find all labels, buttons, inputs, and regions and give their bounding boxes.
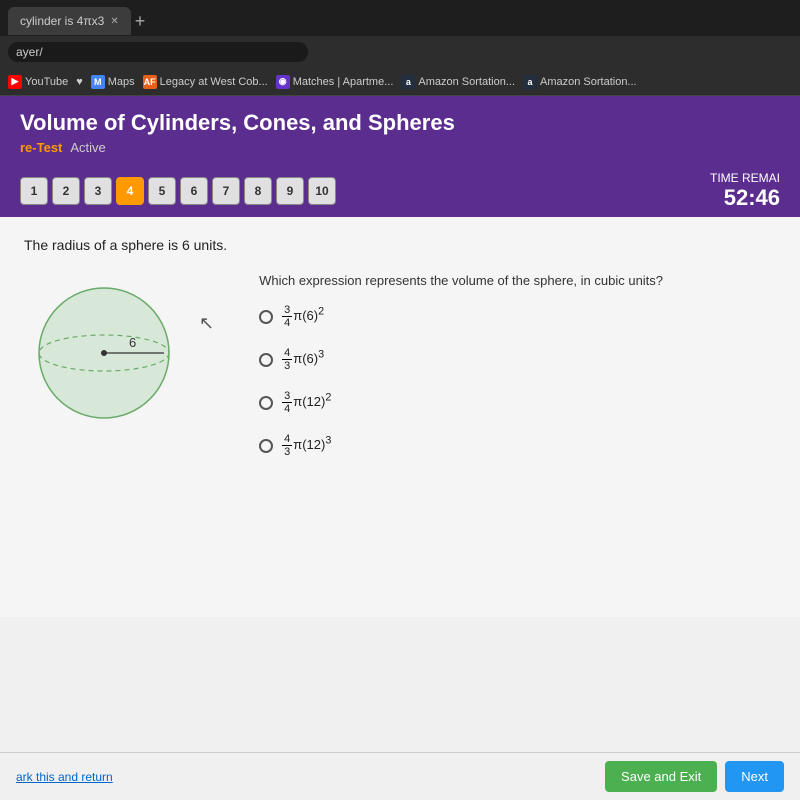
- bookmark-af[interactable]: AF Legacy at West Cob...: [143, 75, 268, 89]
- radio-c[interactable]: [259, 396, 273, 410]
- time-value: 52:46: [710, 185, 780, 211]
- bookmark-youtube[interactable]: ▶ YouTube: [8, 75, 68, 89]
- time-remaining-label: TIME REMAI: [710, 171, 780, 185]
- answer-prompt: Which expression represents the volume o…: [259, 273, 776, 288]
- q-btn-5[interactable]: 5: [148, 177, 176, 205]
- choice-b-text: 43π(6)3: [281, 347, 324, 372]
- bookmark-amazon1-label: Amazon Sortation...: [418, 76, 515, 88]
- q-btn-10[interactable]: 10: [308, 177, 336, 205]
- q-btn-7[interactable]: 7: [212, 177, 240, 205]
- bookmark-matches-label: Matches | Apartme...: [293, 76, 394, 88]
- question-body: 6 ↖ Which expression represents the volu…: [24, 273, 776, 476]
- choice-d-text: 43π(12)3: [281, 433, 331, 458]
- sphere-diagram: 6: [24, 273, 184, 438]
- bookmark-maps-label: Maps: [108, 76, 135, 88]
- choice-c-text: 34π(12)2: [281, 390, 331, 415]
- browser-chrome: cylinder is 4πx3 ✕ + ▶ YouTube ♥ M Maps …: [0, 0, 800, 96]
- af-favicon: AF: [143, 75, 157, 89]
- save-exit-button[interactable]: Save and Exit: [605, 761, 717, 792]
- bottom-bar: ark this and return Save and Exit Next: [0, 752, 800, 800]
- q-btn-3[interactable]: 3: [84, 177, 112, 205]
- q-btn-2[interactable]: 2: [52, 177, 80, 205]
- frac-4-3-b: 43: [282, 347, 292, 372]
- choice-a-text: 34π(6)2: [281, 304, 324, 329]
- mark-return-link[interactable]: ark this and return: [16, 770, 113, 784]
- tab-bar: cylinder is 4πx3 ✕ +: [0, 0, 800, 36]
- radio-d[interactable]: [259, 439, 273, 453]
- maps-favicon: M: [91, 75, 105, 89]
- bookmark-amazon2-label: Amazon Sortation...: [540, 76, 637, 88]
- q-btn-8[interactable]: 8: [244, 177, 272, 205]
- q-btn-4[interactable]: 4: [116, 177, 144, 205]
- q-btn-9[interactable]: 9: [276, 177, 304, 205]
- radio-a[interactable]: [259, 310, 273, 324]
- choice-d[interactable]: 43π(12)3: [259, 433, 776, 458]
- question-nav: 1 2 3 4 5 6 7 8 9 10 TIME REMAI 52:46: [0, 165, 800, 217]
- page-content: Volume of Cylinders, Cones, and Spheres …: [0, 96, 800, 800]
- q-btn-6[interactable]: 6: [180, 177, 208, 205]
- frac-4-3-d: 43: [282, 433, 292, 458]
- active-label: Active: [70, 140, 105, 155]
- bookmark-af-label: Legacy at West Cob...: [160, 76, 268, 88]
- page-header-band: Volume of Cylinders, Cones, and Spheres …: [0, 96, 800, 165]
- page-title: Volume of Cylinders, Cones, and Spheres: [20, 110, 780, 136]
- matches-favicon: ◉: [276, 75, 290, 89]
- new-tab-icon[interactable]: +: [135, 11, 146, 32]
- choice-c[interactable]: 34π(12)2: [259, 390, 776, 415]
- sphere-svg: 6: [24, 273, 184, 433]
- bookmarks-bar: ▶ YouTube ♥ M Maps AF Legacy at West Cob…: [0, 68, 800, 96]
- bottom-buttons: Save and Exit Next: [605, 761, 784, 792]
- question-statement: The radius of a sphere is 6 units.: [24, 237, 776, 253]
- bookmark-matches[interactable]: ◉ Matches | Apartme...: [276, 75, 394, 89]
- active-tab[interactable]: cylinder is 4πx3 ✕: [8, 7, 131, 35]
- question-numbers: 1 2 3 4 5 6 7 8 9 10: [20, 177, 336, 205]
- amazon2-favicon: a: [523, 75, 537, 89]
- pre-test-label: re-Test: [20, 140, 62, 155]
- bookmark-youtube-label: YouTube: [25, 76, 68, 88]
- tab-close-icon[interactable]: ✕: [110, 16, 118, 27]
- subtitle-row: re-Test Active: [20, 140, 780, 155]
- timer-area: TIME REMAI 52:46: [710, 171, 780, 211]
- choice-a[interactable]: 34π(6)2: [259, 304, 776, 329]
- frac-3-4-c: 34: [282, 390, 292, 415]
- tab-title: cylinder is 4πx3: [20, 14, 104, 28]
- bookmark-amazon1[interactable]: a Amazon Sortation...: [401, 75, 515, 89]
- question-area: The radius of a sphere is 6 units. 6: [0, 217, 800, 617]
- cursor-indicator: ↖: [199, 313, 214, 334]
- address-bar: [0, 36, 800, 68]
- answer-choices: Which expression represents the volume o…: [259, 273, 776, 476]
- frac-3-4-a: 34: [282, 304, 292, 329]
- bookmark-amazon2[interactable]: a Amazon Sortation...: [523, 75, 637, 89]
- youtube-favicon: ▶: [8, 75, 22, 89]
- address-input[interactable]: [8, 42, 308, 62]
- bookmark-maps[interactable]: M Maps: [91, 75, 135, 89]
- radio-b[interactable]: [259, 353, 273, 367]
- next-button[interactable]: Next: [725, 761, 784, 792]
- svg-text:6: 6: [129, 335, 136, 350]
- q-btn-1[interactable]: 1: [20, 177, 48, 205]
- amazon1-favicon: a: [401, 75, 415, 89]
- choice-b[interactable]: 43π(6)3: [259, 347, 776, 372]
